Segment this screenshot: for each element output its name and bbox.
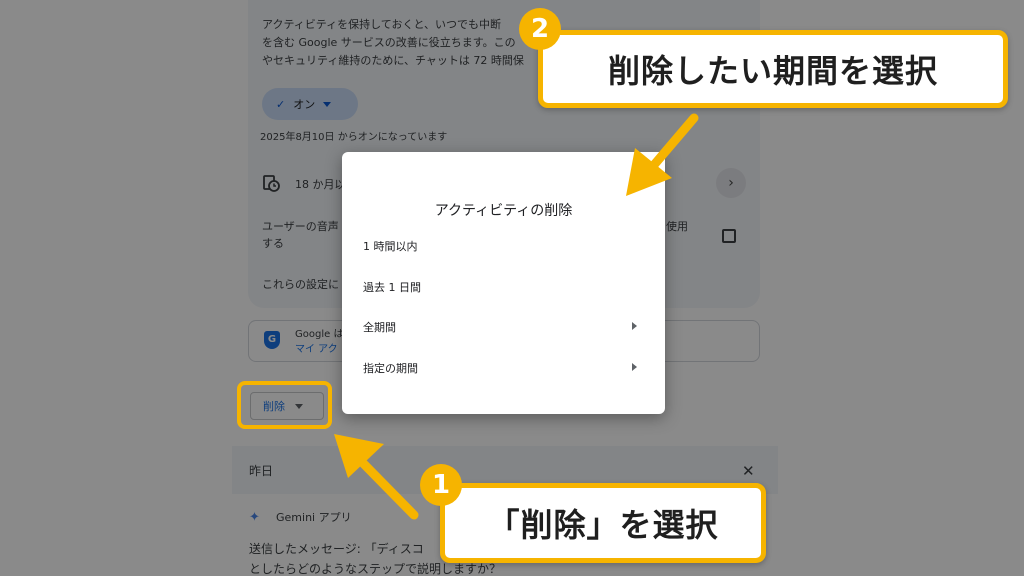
- step-2-text: 削除したい期間を選択: [607, 52, 938, 90]
- arrow-step-2: [643, 113, 699, 177]
- step-2-badge: 2: [519, 8, 561, 50]
- step-1-callout: 「削除」を選択: [440, 483, 766, 563]
- step-1-text: 「削除」を選択: [487, 506, 719, 544]
- step-2-callout: 削除したい期間を選択: [538, 30, 1008, 108]
- arrow-step-1: [353, 453, 419, 520]
- step-1-badge: 1: [420, 464, 462, 506]
